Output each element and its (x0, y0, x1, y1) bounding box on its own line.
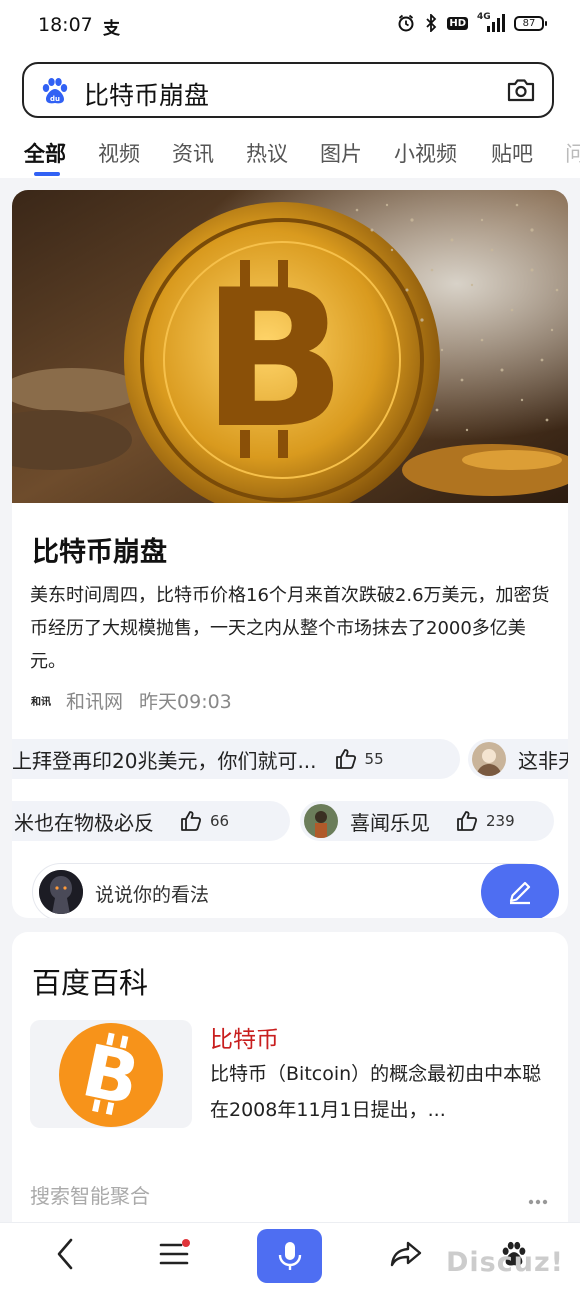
pencil-icon (509, 881, 531, 905)
network-label: 4G (477, 12, 491, 22)
opinion-input[interactable]: 说说你的看法 (32, 863, 559, 918)
tab-news[interactable]: 资讯 (172, 138, 214, 168)
camera-icon[interactable] (506, 77, 536, 107)
news-card[interactable]: B 比特币崩盘 美东时间周四，比特币价格16个月来首次跌破2.6万美元，加密货币… (12, 190, 568, 918)
publish-time: 昨天09:03 (139, 691, 232, 713)
status-icons: HD 4G 87 (397, 12, 547, 32)
alarm-icon (397, 14, 415, 32)
baidu-paw-icon[interactable]: du (40, 77, 70, 105)
bitcoin-logo-thumbnail[interactable]: B (30, 1020, 192, 1128)
smart-aggregate-label: 搜索智能聚合 (30, 1184, 150, 1208)
baike-header[interactable]: 百度百科 (32, 960, 148, 1002)
news-summary[interactable]: 美东时间周四，比特币价格16个月来首次跌破2.6万美元，加密货币经历了大规模抛售… (30, 579, 550, 678)
thumbs-up-icon (457, 811, 478, 831)
voice-search-button[interactable] (257, 1229, 322, 1283)
avatar (472, 742, 506, 776)
search-query[interactable]: 比特币崩盘 (84, 76, 209, 112)
tab-video[interactable]: 视频 (98, 138, 140, 168)
bitcoin-hero-image[interactable]: B (12, 190, 568, 503)
comment-text: 米也在物极必反 (14, 810, 154, 835)
source-name: 和讯网 (66, 691, 124, 713)
comment-bubble[interactable]: 喜闻乐见 239 (300, 801, 554, 841)
alipay-notification-icon: 支 (103, 19, 120, 39)
like-count: 239 (486, 812, 515, 830)
status-bar: 18:07 支 HD 4G 87 (0, 0, 580, 52)
thumbs-up-icon (181, 811, 202, 831)
svg-text:du: du (50, 95, 60, 103)
comment-bubble[interactable]: 上拜登再印20兆美元，你们就可... 55 (12, 739, 460, 779)
tab-short-video[interactable]: 小视频 (394, 138, 457, 168)
hexun-logo: 和讯 (31, 697, 51, 708)
baike-title[interactable]: 比特币 (210, 1020, 279, 1054)
comment-text: 上拜登再印20兆美元，你们就可... (12, 748, 317, 773)
baike-card[interactable]: 百度百科 B 比特币 比特币（Bitcoin）的概念最初由中本聪在2008年11… (12, 932, 568, 1222)
comment-bubble[interactable]: 这非天 (468, 739, 568, 779)
comment-text: 喜闻乐见 (350, 810, 430, 835)
tab-tieba[interactable]: 贴吧 (491, 138, 533, 168)
comment-bubble[interactable]: 米也在物极必反 66 (12, 801, 290, 841)
news-source[interactable]: 和讯 和讯网 昨天09:03 (28, 687, 232, 714)
like-button[interactable]: 239 (456, 810, 515, 832)
comment-bubbles-row-2: 米也在物极必反 66 喜闻乐见 239 (12, 801, 568, 841)
news-title[interactable]: 比特币崩盘 (32, 530, 167, 569)
bluetooth-icon (424, 14, 438, 32)
search-tabs: 全部 视频 资讯 热议 图片 小视频 贴吧 问 (0, 130, 580, 178)
tab-all[interactable]: 全部 (24, 138, 66, 168)
comment-bubbles-row-1: 上拜登再印20兆美元，你们就可... 55 这非天 (12, 739, 568, 779)
thumbs-up-icon (335, 749, 356, 769)
opinion-placeholder[interactable]: 说说你的看法 (95, 880, 209, 907)
avatar (304, 804, 338, 838)
discuz-watermark: Discuz! (446, 1247, 564, 1278)
signal-icon: 4G (477, 12, 505, 32)
svg-text:B: B (202, 249, 347, 470)
hd-icon: HD (447, 16, 468, 30)
share-icon[interactable] (389, 1237, 423, 1275)
more-options-icon[interactable] (528, 1190, 548, 1209)
comment-text: 这非天 (518, 748, 568, 773)
baike-description[interactable]: 比特币（Bitcoin）的概念最初由中本聪在2008年11月1日提出，... (210, 1056, 550, 1128)
user-avatar (39, 870, 83, 914)
status-time: 18:07 (38, 14, 93, 36)
tab-qa[interactable]: 问 (565, 138, 580, 168)
menu-icon[interactable] (158, 1237, 192, 1275)
microphone-icon (278, 1242, 301, 1270)
tab-images[interactable]: 图片 (320, 138, 362, 168)
search-input[interactable]: du 比特币崩盘 (22, 62, 554, 118)
tab-discussion[interactable]: 热议 (246, 138, 288, 168)
like-button[interactable]: 66 (180, 810, 229, 832)
write-comment-button[interactable] (481, 864, 559, 918)
like-count: 66 (210, 812, 230, 830)
like-button[interactable]: 55 (335, 748, 384, 770)
back-icon[interactable] (54, 1237, 76, 1275)
battery-icon: 87 (514, 15, 547, 31)
like-count: 55 (364, 750, 384, 768)
active-tab-indicator (34, 172, 60, 176)
search-area: du 比特币崩盘 (0, 52, 580, 130)
bottom-navigation: Discuz! (0, 1222, 580, 1290)
